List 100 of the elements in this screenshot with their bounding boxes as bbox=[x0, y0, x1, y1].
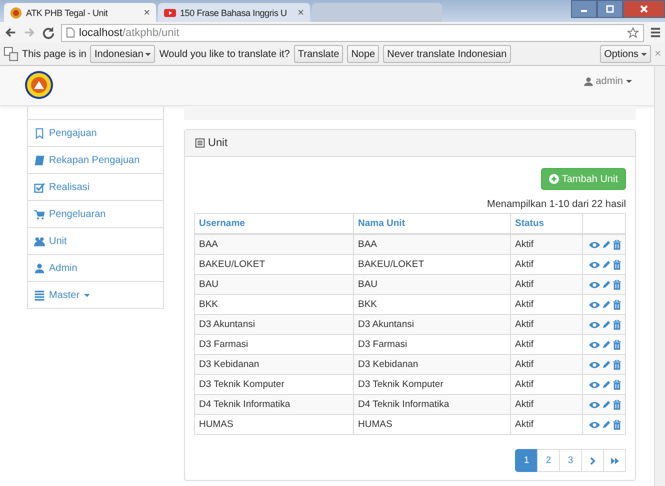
close-tab-button[interactable]: × bbox=[298, 6, 304, 18]
address-bar[interactable]: localhost/atkphb/unit bbox=[61, 24, 644, 42]
panel-title: Unit bbox=[208, 137, 228, 149]
trash-icon[interactable] bbox=[613, 340, 621, 350]
scrollbar[interactable] bbox=[654, 66, 665, 486]
emblem-icon bbox=[10, 6, 22, 18]
pencil-icon[interactable] bbox=[602, 340, 611, 349]
page-link[interactable]: 3 bbox=[559, 449, 582, 472]
trash-icon[interactable] bbox=[613, 260, 621, 270]
next-page-button[interactable] bbox=[581, 449, 604, 472]
trash-icon[interactable] bbox=[613, 400, 621, 410]
results-summary: Menampilkan 1-10 dari 22 hasil bbox=[486, 199, 626, 210]
close-button[interactable] bbox=[623, 0, 665, 18]
table-cell: BAA bbox=[194, 234, 354, 254]
close-tab-button[interactable]: × bbox=[144, 6, 150, 18]
users-icon bbox=[34, 236, 45, 246]
pencil-icon[interactable] bbox=[602, 380, 611, 389]
emblem-logo bbox=[24, 70, 54, 100]
translate-icon bbox=[4, 47, 18, 61]
page-icon bbox=[66, 27, 75, 38]
table-cell: BAU bbox=[354, 274, 510, 294]
user-menu[interactable]: admin bbox=[584, 76, 632, 87]
plus-circle-icon bbox=[548, 174, 559, 184]
translate-bar-button[interactable]: Nope bbox=[347, 45, 380, 63]
minimize-button[interactable] bbox=[571, 0, 597, 18]
table-cell: Aktif bbox=[510, 234, 582, 254]
sidebar-item[interactable]: Pengeluaran bbox=[27, 201, 164, 228]
pencil-icon[interactable] bbox=[602, 300, 611, 309]
maximize-button[interactable] bbox=[597, 0, 623, 18]
user-icon bbox=[34, 262, 45, 274]
back-arrow-icon[interactable] bbox=[4, 26, 17, 39]
table-cell: D3 Kebidanan bbox=[194, 354, 354, 374]
table-cell: D3 Akuntansi bbox=[194, 314, 354, 334]
browser-tab[interactable]: ATK PHB Tegal - Unit × bbox=[4, 3, 156, 22]
last-page-button[interactable] bbox=[603, 449, 626, 472]
pencil-icon[interactable] bbox=[602, 360, 611, 369]
table-cell: Aktif bbox=[510, 414, 582, 434]
view-icon[interactable] bbox=[589, 340, 600, 348]
table-cell: BAA bbox=[354, 234, 510, 254]
check-icon bbox=[34, 182, 45, 192]
language-dropdown[interactable]: Indonesian bbox=[90, 45, 156, 63]
page-link[interactable]: 1 bbox=[515, 449, 538, 472]
table-cell: Aktif bbox=[510, 394, 582, 414]
maximize-icon bbox=[605, 4, 615, 14]
trash-icon[interactable] bbox=[613, 320, 621, 330]
chevron-right-icon bbox=[589, 456, 596, 464]
close-icon bbox=[639, 4, 649, 14]
table-cell: HUMAS bbox=[354, 414, 510, 434]
cart-icon bbox=[34, 208, 45, 220]
sidebar-item[interactable]: Admin bbox=[27, 255, 164, 282]
view-icon[interactable] bbox=[589, 320, 600, 328]
translate-question: Would you like to translate it? bbox=[159, 48, 290, 60]
trash-icon[interactable] bbox=[613, 240, 621, 250]
view-icon[interactable] bbox=[589, 360, 600, 368]
trash-icon[interactable] bbox=[613, 380, 621, 390]
sidebar-item[interactable]: Rekapan Pengajuan bbox=[27, 147, 164, 174]
translate-bar-button[interactable]: Translate bbox=[294, 45, 344, 63]
sidebar-item[interactable]: Unit bbox=[27, 228, 164, 255]
view-icon[interactable] bbox=[589, 420, 600, 428]
view-icon[interactable] bbox=[589, 400, 600, 408]
user-icon bbox=[584, 77, 593, 86]
page-link[interactable]: 2 bbox=[537, 449, 560, 472]
translate-bar-button[interactable]: Never translate Indonesian bbox=[383, 45, 511, 63]
tab-title: ATK PHB Tegal - Unit bbox=[26, 8, 109, 18]
view-icon[interactable] bbox=[589, 240, 600, 248]
view-icon[interactable] bbox=[589, 300, 600, 308]
options-dropdown[interactable]: Options bbox=[600, 45, 651, 63]
bookmark-icon bbox=[34, 128, 45, 138]
trash-icon[interactable] bbox=[613, 300, 621, 310]
star-icon[interactable] bbox=[627, 26, 639, 38]
browser-tab[interactable]: 150 Frase Bahasa Inggris U × bbox=[158, 3, 310, 22]
trash-icon[interactable] bbox=[613, 280, 621, 290]
list-icon bbox=[34, 290, 45, 300]
url-text: localhost/atkphb/unit bbox=[79, 26, 180, 38]
trash-icon[interactable] bbox=[613, 360, 621, 370]
pencil-icon[interactable] bbox=[602, 420, 611, 429]
sidebar-item[interactable]: Master bbox=[27, 282, 164, 309]
sidebar-item[interactable]: Pengajuan bbox=[27, 120, 164, 147]
close-translate-button[interactable]: × bbox=[654, 48, 661, 60]
trash-icon[interactable] bbox=[613, 420, 621, 430]
menu-icon[interactable] bbox=[650, 27, 661, 38]
table-cell: Aktif bbox=[510, 274, 582, 294]
pencil-icon[interactable] bbox=[602, 280, 611, 289]
pencil-icon[interactable] bbox=[602, 240, 611, 249]
pencil-icon[interactable] bbox=[602, 260, 611, 269]
add-unit-button[interactable]: Tambah Unit bbox=[540, 168, 626, 190]
fast-forward-icon bbox=[610, 456, 618, 464]
table-cell: D3 Kebidanan bbox=[354, 354, 510, 374]
list-box-icon bbox=[195, 138, 205, 148]
reload-icon[interactable] bbox=[42, 26, 55, 39]
play-icon bbox=[164, 6, 176, 18]
tab-title: 150 Frase Bahasa Inggris U bbox=[180, 8, 288, 18]
view-icon[interactable] bbox=[589, 380, 600, 388]
sidebar-item[interactable]: Realisasi bbox=[27, 174, 164, 201]
view-icon[interactable] bbox=[589, 280, 600, 288]
pencil-icon[interactable] bbox=[602, 320, 611, 329]
table-cell: Aktif bbox=[510, 354, 582, 374]
view-icon[interactable] bbox=[589, 260, 600, 268]
pencil-icon[interactable] bbox=[602, 400, 611, 409]
table-cell: D4 Teknik Informatika bbox=[194, 394, 354, 414]
